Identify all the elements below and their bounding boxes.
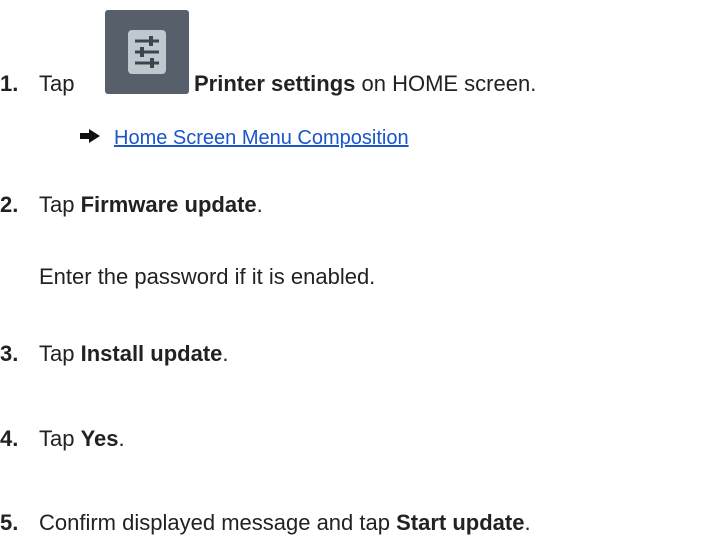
step-prefix: Tap: [39, 341, 81, 366]
step-suffix: .: [222, 341, 229, 366]
printer-settings-icon: [105, 10, 189, 94]
related-link-row: Home Screen Menu Composition: [80, 126, 409, 151]
step-prefix: Tap: [39, 71, 75, 96]
step-suffix: .: [256, 192, 263, 217]
step-bold-term: Install update: [80, 341, 223, 366]
step-number: 5.: [0, 510, 19, 535]
step-body: Tap Yes.: [39, 425, 125, 453]
step-prefix: Confirm displayed message and tap: [39, 510, 397, 535]
home-screen-menu-composition-link[interactable]: Home Screen Menu Composition: [114, 127, 409, 149]
step-prefix: Tap: [39, 426, 81, 451]
step-suffix: .: [524, 510, 531, 535]
step-suffix: .: [118, 426, 125, 451]
step-body: Tap Firmware update.: [39, 191, 263, 219]
step-bold-term: Printer settings: [194, 71, 356, 96]
step-body: Confirm displayed message and tap Start …: [39, 509, 531, 537]
right-arrow-icon: [80, 125, 100, 149]
step-bold-term: Start update: [396, 510, 525, 535]
step-1-rest: Printer settings on HOME screen.: [194, 70, 536, 98]
step-number: 2.: [0, 192, 19, 217]
step-bold-term: Yes: [80, 426, 119, 451]
step-body: Tap Install update.: [39, 340, 229, 368]
step-prefix: Tap: [39, 192, 81, 217]
step-suffix: on HOME screen.: [355, 71, 537, 96]
step-number: 4.: [0, 426, 19, 451]
password-note: Enter the password if it is enabled.: [39, 264, 376, 289]
step-bold-term: Firmware update: [80, 192, 257, 217]
step-number: 1.: [0, 71, 19, 96]
step-number: 3.: [0, 341, 19, 366]
